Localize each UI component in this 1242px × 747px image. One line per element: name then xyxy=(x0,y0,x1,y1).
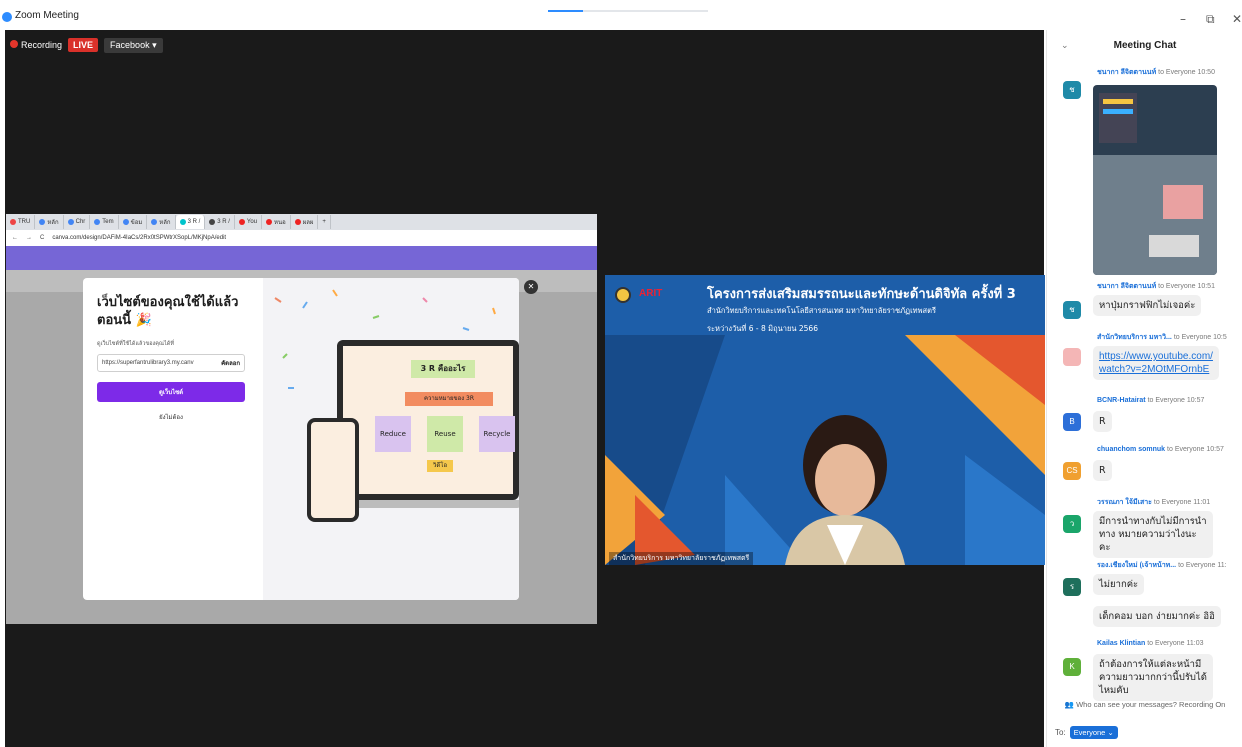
recipient-row: To: Everyone ⌄ xyxy=(1055,726,1118,739)
message-text: ไม่ยากค่ะ xyxy=(1093,574,1145,595)
reload-icon[interactable]: C xyxy=(40,235,44,241)
arit-logo: ARIT xyxy=(639,288,663,299)
not-now-link[interactable]: ยังไม่ต้อง xyxy=(97,412,245,422)
title-bar: Zoom Meeting – ⧉ ✕ xyxy=(0,0,1242,30)
preview-card-reduce: Reduce xyxy=(375,416,411,452)
youtube-link[interactable]: https://www.youtube.com/watch?v=2MOtMFOr… xyxy=(1093,346,1219,380)
avatar: CS xyxy=(1063,462,1081,480)
shared-screen: TRU หลัก Chr Tem ข้อม หลัก 3 R / 3 R / Y… xyxy=(6,214,597,624)
avatar: K xyxy=(1063,658,1081,676)
message-text: เด็กคอม บอก ง่ายมากค่ะ อิอิ xyxy=(1093,606,1221,627)
message-sender: ชนากา ลีจิตตานนท์ to Everyone 10:50 xyxy=(1097,69,1215,76)
recording-bar: Recording LIVE Facebook ▾ xyxy=(10,37,163,53)
browser-tab[interactable]: You xyxy=(235,215,263,229)
avatar: ช xyxy=(1063,301,1081,319)
window-title: Zoom Meeting xyxy=(15,10,79,21)
visibility-note[interactable]: 👥 Who can see your messages? Recording O… xyxy=(1047,700,1242,709)
forward-icon[interactable]: → xyxy=(26,235,32,241)
site-url-field[interactable]: https://superfantrulibrary3.my.canv คัดล… xyxy=(97,354,245,372)
site-url-value: https://superfantrulibrary3.my.canv xyxy=(102,360,194,366)
message-sender: ชนากา ลีจิตตานนท์ to Everyone 10:51 xyxy=(1097,283,1215,290)
avatar: ร xyxy=(1063,578,1081,596)
browser-tab[interactable]: หลัก xyxy=(147,215,176,229)
modal-content: เว็บไซต์ของคุณใช้ได้แล้วตอนนี้ 🎉 ดูเว็บไ… xyxy=(83,278,263,600)
message-sender: chuanchom somnuk to Everyone 10:57 xyxy=(1097,446,1224,453)
live-badge[interactable]: LIVE xyxy=(68,38,99,52)
avatar: ว xyxy=(1063,515,1081,533)
avatar xyxy=(1063,348,1081,366)
copy-button[interactable]: คัดลอก xyxy=(221,358,240,368)
modal-illustration: 3 R คืออะไร ความหมายของ 3R Reduce Reuse … xyxy=(263,278,519,600)
browser-tab[interactable]: 3 R / xyxy=(205,215,235,229)
zoom-logo-icon xyxy=(2,12,12,22)
phone-preview xyxy=(307,418,359,522)
browser-tab[interactable]: TRU xyxy=(6,215,36,229)
modal-link-label: ดูเว็บไซต์ที่ใช้ได้แล้วของคุณได้ที่ xyxy=(97,341,174,347)
chat-panel: ⌄ Meeting Chat ชนากา ลีจิตตานนท์ to Ever… xyxy=(1046,30,1242,747)
canva-toolbar xyxy=(6,246,597,270)
preview-subtitle: ความหมายของ 3R xyxy=(405,392,493,406)
minimize-button[interactable]: – xyxy=(1180,12,1186,26)
people-icon: 👥 xyxy=(1064,700,1077,709)
browser-tab[interactable]: หลัก xyxy=(35,215,64,229)
record-icon xyxy=(10,40,18,48)
message-sender: BCNR-Hatairat to Everyone 10:57 xyxy=(1097,397,1205,404)
avatar: ช xyxy=(1063,81,1081,99)
stream-target-dropdown[interactable]: Facebook ▾ xyxy=(104,37,163,53)
browser-tab[interactable]: Tem xyxy=(90,215,119,229)
message-text: ถ้าต้องการให้แต่ละหน้ามีความยาวมากกว่านี… xyxy=(1093,654,1213,701)
message-text: หาปุ่มกราฟฟิกไม่เจอค่ะ xyxy=(1093,295,1202,316)
avatar: B xyxy=(1063,413,1081,431)
browser-tab-active[interactable]: 3 R / xyxy=(175,215,206,229)
message-sender: Kailas Klintian to Everyone 11:03 xyxy=(1097,640,1204,647)
chat-image-attachment[interactable] xyxy=(1093,85,1217,275)
message-sender: รอง.เชียงใหม่ (เจ้าหน้าท... to Everyone … xyxy=(1097,562,1227,569)
restore-button[interactable]: ⧉ xyxy=(1206,12,1215,27)
message-text: R xyxy=(1093,411,1112,432)
top-indicator xyxy=(548,10,708,12)
browser-tab[interactable]: Chr xyxy=(64,215,91,229)
preview-card-recycle: Recycle xyxy=(479,416,515,452)
to-label: To: xyxy=(1055,728,1066,737)
chat-title: Meeting Chat xyxy=(1113,40,1177,51)
chat-header: ⌄ Meeting Chat xyxy=(1047,30,1242,62)
slide-title: โครงการส่งเสริมสมรรถนะและทักษะด้านดิจิทั… xyxy=(707,287,1016,302)
participant-name: สำนักวิทยบริการ มหาวิทยาลัยราชภัฏเทพสตรี xyxy=(609,552,754,565)
publish-modal: เว็บไซต์ของคุณใช้ได้แล้วตอนนี้ 🎉 ดูเว็บไ… xyxy=(83,278,519,600)
modal-title: เว็บไซต์ของคุณใช้ได้แล้วตอนนี้ 🎉 xyxy=(97,295,239,328)
laptop-preview: 3 R คืออะไร ความหมายของ 3R Reduce Reuse … xyxy=(337,340,519,500)
new-tab-button[interactable]: + xyxy=(318,215,331,229)
close-button[interactable]: ✕ xyxy=(1232,12,1242,26)
meeting-stage: Recording LIVE Facebook ▾ TRU หลัก Chr T… xyxy=(5,30,1045,747)
preview-card-reuse: Reuse xyxy=(427,416,463,452)
modal-close-icon[interactable]: ✕ xyxy=(524,280,538,294)
browser-tab[interactable]: ผลผ xyxy=(291,215,319,229)
message-text: R xyxy=(1093,460,1112,481)
browser-tab[interactable]: ข้อม xyxy=(119,215,148,229)
recording-indicator[interactable]: Recording xyxy=(10,40,62,50)
message-text: มีการนำทางกับไม่มีการนำทาง หมายความว่าไง… xyxy=(1093,511,1213,558)
address-bar: ← → C canva.com/design/DAFiM-4IaCs/2Rx0t… xyxy=(6,230,597,246)
browser-tab[interactable]: หนอ xyxy=(262,215,291,229)
url-field[interactable]: canva.com/design/DAFiM-4IaCs/2Rx0tSPWtrX… xyxy=(52,235,226,241)
view-site-button[interactable]: ดูเว็บไซต์ xyxy=(97,382,245,402)
university-logo-icon xyxy=(615,287,631,303)
back-icon[interactable]: ← xyxy=(12,235,18,241)
slide-subtitle: สำนักวิทยบริการและเทคโนโลยีสารสนเทศ มหาว… xyxy=(707,306,936,315)
speaker-video[interactable]: ARIT โครงการส่งเสริมสมรรถนะและทักษะด้านด… xyxy=(605,275,1045,565)
preview-video-button: วิดีโอ xyxy=(427,460,453,472)
recipient-dropdown[interactable]: Everyone ⌄ xyxy=(1069,726,1118,739)
slide-date: ระหว่างวันที่ 6 - 8 มิถุนายน 2566 xyxy=(707,324,818,333)
preview-title: 3 R คืออะไร xyxy=(411,360,475,378)
message-sender: สำนักวิทยบริการ มหาวิ... to Everyone 10:… xyxy=(1097,334,1227,341)
browser-tab-strip: TRU หลัก Chr Tem ข้อม หลัก 3 R / 3 R / Y… xyxy=(6,214,597,230)
message-sender: วรรณภา ใจ้มีเสาะ to Everyone 11:01 xyxy=(1097,499,1211,506)
slide-header: ARIT โครงการส่งเสริมสมรรถนะและทักษะด้านด… xyxy=(605,275,1045,333)
